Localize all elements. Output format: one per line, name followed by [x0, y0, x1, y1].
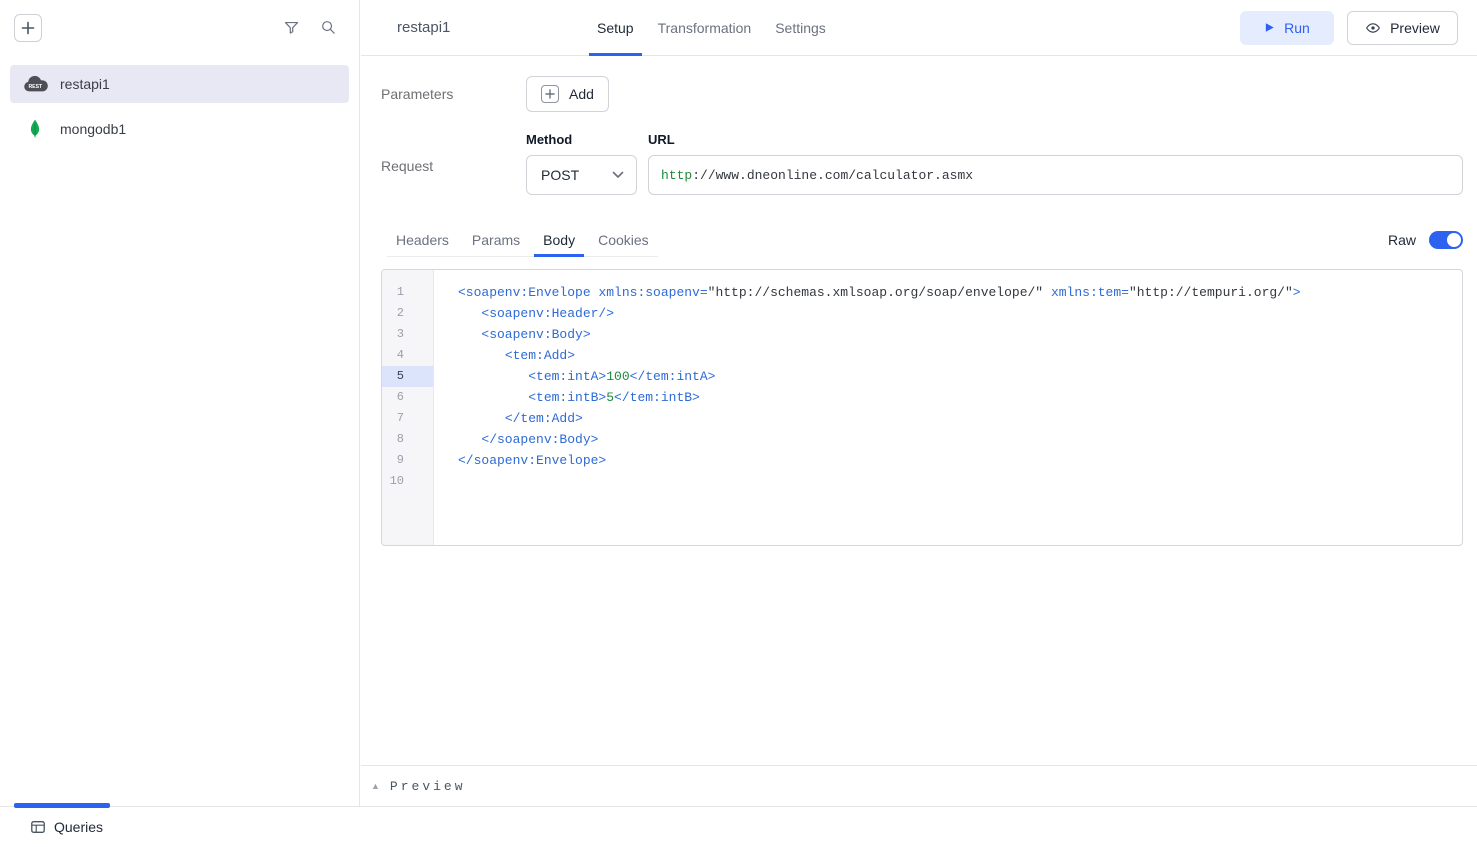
- line-number[interactable]: 8: [382, 429, 433, 450]
- request-label: Request: [381, 132, 526, 195]
- setup-form: Parameters Add Request Method POST: [361, 56, 1477, 546]
- request-config-tabs-row: Headers Params Body Cookies Raw: [381, 223, 1463, 257]
- tab-label: Headers: [396, 232, 449, 248]
- search-icon: [320, 19, 337, 36]
- query-list: REST restapi1 mongodb1: [0, 55, 359, 158]
- request-config-tabs: Headers Params Body Cookies: [387, 223, 658, 257]
- method-field: Method POST: [526, 132, 637, 195]
- line-number[interactable]: 10: [382, 471, 433, 492]
- response-preview-label: Preview: [390, 779, 466, 794]
- raw-toggle-group: Raw: [1388, 223, 1463, 257]
- tab-cookies[interactable]: Cookies: [589, 223, 658, 256]
- tab-label: Cookies: [598, 232, 649, 248]
- eye-icon: [1365, 20, 1381, 36]
- code-line[interactable]: <tem:intA>100</tem:intA>: [458, 366, 1462, 387]
- code-line[interactable]: <soapenv:Body>: [458, 324, 1462, 345]
- method-select[interactable]: POST: [526, 155, 637, 195]
- collapse-up-icon: ▲: [371, 781, 380, 791]
- svg-text:REST: REST: [28, 83, 43, 89]
- mongodb-icon: [21, 118, 49, 140]
- method-value: POST: [541, 167, 579, 183]
- code-line[interactable]: <soapenv:Envelope xmlns:soapenv="http://…: [458, 282, 1462, 303]
- line-number[interactable]: 3: [382, 324, 433, 345]
- run-button-label: Run: [1284, 20, 1310, 36]
- new-query-button[interactable]: [14, 14, 42, 42]
- editor-code[interactable]: <soapenv:Envelope xmlns:soapenv="http://…: [434, 270, 1462, 545]
- code-line[interactable]: </tem:Add>: [458, 408, 1462, 429]
- tab-setup[interactable]: Setup: [589, 0, 642, 55]
- code-line[interactable]: </soapenv:Body>: [458, 429, 1462, 450]
- tab-params[interactable]: Params: [463, 223, 529, 256]
- raw-toggle[interactable]: [1429, 231, 1463, 249]
- queries-sidebar: REST restapi1 mongodb1: [0, 0, 360, 806]
- toggle-knob: [1447, 233, 1461, 247]
- search-button[interactable]: [320, 19, 337, 36]
- query-editor-pane: restapi1 Setup Transformation Settings: [361, 0, 1477, 806]
- body-code-editor[interactable]: 12345678910 <soapenv:Envelope xmlns:soap…: [381, 269, 1463, 546]
- line-number[interactable]: 1: [382, 282, 433, 303]
- query-item-restapi1[interactable]: REST restapi1: [10, 65, 349, 103]
- tab-settings[interactable]: Settings: [767, 0, 834, 55]
- editor-gutter: 12345678910: [382, 270, 434, 545]
- url-label: URL: [648, 132, 1463, 147]
- line-number[interactable]: 2: [382, 303, 433, 324]
- code-line[interactable]: </soapenv:Envelope>: [458, 450, 1462, 471]
- response-preview-bar[interactable]: ▲ Preview: [361, 765, 1477, 806]
- tab-body[interactable]: Body: [534, 223, 584, 256]
- url-input[interactable]: http://www.dneonline.com/calculator.asmx: [648, 155, 1463, 195]
- request-row: Request Method POST URL http://www.: [381, 132, 1463, 195]
- line-number[interactable]: 9: [382, 450, 433, 471]
- add-parameter-button[interactable]: Add: [526, 76, 609, 112]
- query-title[interactable]: restapi1: [397, 19, 450, 36]
- tab-label: Body: [543, 232, 575, 248]
- bottom-pane-tabs: Queries: [0, 806, 1477, 847]
- queries-icon: [30, 819, 46, 835]
- tab-transformation[interactable]: Transformation: [650, 0, 760, 55]
- tab-label: Settings: [775, 20, 826, 36]
- line-number[interactable]: 6: [382, 387, 433, 408]
- code-line[interactable]: <soapenv:Header/>: [458, 303, 1462, 324]
- line-number[interactable]: 4: [382, 345, 433, 366]
- tab-label: Params: [472, 232, 520, 248]
- method-label: Method: [526, 132, 637, 147]
- sidebar-toolbar: [0, 0, 359, 55]
- queries-active-indicator: [14, 803, 110, 808]
- url-field: URL http://www.dneonline.com/calculator.…: [648, 132, 1463, 195]
- raw-label: Raw: [1388, 232, 1416, 248]
- code-line[interactable]: <tem:Add>: [458, 345, 1462, 366]
- plus-icon: [21, 21, 35, 35]
- query-item-mongodb1[interactable]: mongodb1: [10, 110, 349, 148]
- queries-tab[interactable]: Queries: [30, 819, 103, 835]
- code-line[interactable]: [458, 471, 1462, 492]
- chevron-down-icon: [612, 171, 624, 179]
- tab-label: Setup: [597, 20, 634, 36]
- query-header: restapi1 Setup Transformation Settings: [361, 0, 1477, 56]
- plus-icon: [541, 85, 559, 103]
- header-actions: Run Preview: [1240, 11, 1458, 45]
- tab-headers[interactable]: Headers: [387, 223, 458, 256]
- run-button[interactable]: Run: [1240, 11, 1334, 45]
- tab-label: Transformation: [658, 20, 752, 36]
- queries-tab-label: Queries: [54, 819, 103, 835]
- play-icon: [1264, 22, 1275, 33]
- parameters-row: Parameters Add: [381, 76, 1463, 112]
- query-header-tabs: Setup Transformation Settings: [589, 0, 834, 55]
- filter-icon: [283, 19, 300, 36]
- line-number[interactable]: 7: [382, 408, 433, 429]
- filter-button[interactable]: [283, 19, 300, 36]
- add-button-label: Add: [569, 86, 594, 102]
- parameters-label: Parameters: [381, 76, 526, 112]
- rest-api-icon: REST: [21, 75, 49, 94]
- query-item-label: restapi1: [60, 76, 110, 92]
- preview-button[interactable]: Preview: [1347, 11, 1458, 45]
- line-number[interactable]: 5: [382, 366, 433, 387]
- preview-button-label: Preview: [1390, 20, 1440, 36]
- code-line[interactable]: <tem:intB>5</tem:intB>: [458, 387, 1462, 408]
- query-item-label: mongodb1: [60, 121, 126, 137]
